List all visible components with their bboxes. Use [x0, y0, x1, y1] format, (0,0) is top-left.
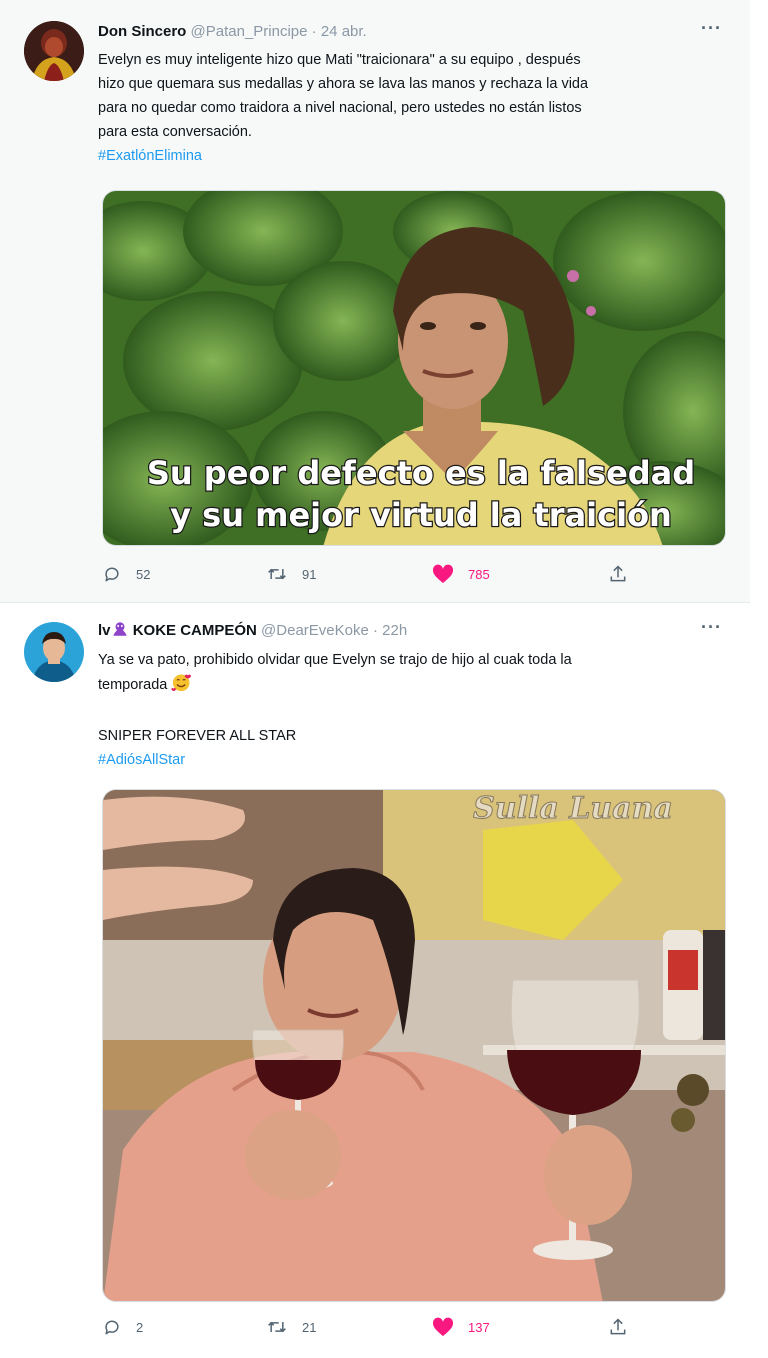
hashtag-link[interactable]: #AdiósAllStar — [98, 748, 724, 772]
reply-count: 52 — [136, 566, 151, 582]
timeline-feed: Don Sincero @Patan_Principe · 24 abr. ··… — [0, 0, 750, 1358]
tweet-media-image[interactable]: Su peor defecto es la falsedad y su mejo… — [102, 190, 726, 546]
retweet-icon — [266, 1317, 288, 1337]
reply-icon — [102, 564, 122, 584]
separator-dot: · — [373, 622, 378, 639]
hashtag-link[interactable]: #ExatlónElimina — [98, 144, 724, 168]
heart-icon — [432, 564, 454, 584]
tweet-text-line-with-emoji: temporada — [98, 672, 724, 700]
share-button[interactable] — [608, 1315, 628, 1339]
tweet-text-line: SNIPER FOREVER ALL STAR — [98, 728, 297, 744]
media-watermark: Sulla Luana — [473, 791, 673, 826]
like-button[interactable]: 137 — [432, 1315, 490, 1339]
author-name-prefix: lv — [98, 622, 111, 639]
tweet-text: Evelyn es muy inteligente hizo que Mati … — [98, 48, 724, 168]
tweet-text-line: Evelyn es muy inteligente hizo que Mati … — [98, 52, 581, 68]
reply-button[interactable]: 2 — [102, 1315, 143, 1339]
purple-heart-emoji — [111, 620, 129, 645]
more-options-icon[interactable]: ··· — [701, 17, 722, 39]
media-caption: Su peor defecto es la falsedad — [147, 454, 695, 492]
reply-count: 2 — [136, 1319, 144, 1335]
retweet-button[interactable]: 91 — [266, 562, 316, 586]
tweet-media-image[interactable]: Sulla Luana — [102, 789, 726, 1302]
reply-button[interactable]: 52 — [102, 562, 150, 586]
author-name[interactable]: lv KOKE CAMPEÓN — [98, 622, 261, 639]
media-caption: y su mejor virtud la traición — [170, 496, 672, 534]
retweet-count: 91 — [302, 566, 317, 582]
tweet-timestamp[interactable]: 24 abr. — [321, 23, 367, 40]
smiling-face-with-hearts-emoji — [171, 672, 193, 700]
tweet-text-line: para no quedar como traidora a nivel nac… — [98, 100, 582, 116]
author-name[interactable]: Don Sincero — [98, 23, 186, 40]
share-icon — [608, 1317, 628, 1337]
tweet-text-line: hizo que quemara sus medallas y ahora se… — [98, 76, 589, 92]
reply-icon — [102, 1317, 122, 1337]
tweet-text: Ya se va pato, prohibido olvidar que Eve… — [98, 648, 724, 772]
tweet-actions: 52 91 785 — [102, 562, 642, 586]
tweet-text-line: Ya se va pato, prohibido olvidar que Eve… — [98, 652, 572, 668]
tweet[interactable]: lv KOKE CAMPEÓN @DearEveKoke · 22h ··· Y… — [0, 604, 750, 1358]
avatar[interactable] — [24, 622, 84, 682]
tweet-actions: 2 21 137 — [102, 1315, 642, 1339]
like-count: 137 — [468, 1319, 490, 1335]
heart-icon — [432, 1317, 454, 1337]
author-handle[interactable]: @Patan_Principe — [191, 23, 308, 40]
author-handle[interactable]: @DearEveKoke — [261, 622, 369, 639]
retweet-count: 21 — [302, 1319, 317, 1335]
share-icon — [608, 564, 628, 584]
avatar[interactable] — [24, 21, 84, 81]
tweet-timestamp[interactable]: 22h — [382, 622, 407, 639]
retweet-icon — [266, 564, 288, 584]
author-name-text: KOKE CAMPEÓN — [132, 622, 257, 639]
more-options-icon[interactable]: ··· — [701, 616, 722, 638]
like-count: 785 — [468, 566, 490, 582]
retweet-button[interactable]: 21 — [266, 1315, 316, 1339]
tweet[interactable]: Don Sincero @Patan_Principe · 24 abr. ··… — [0, 0, 750, 603]
tweet-text-line: temporada — [98, 677, 168, 693]
like-button[interactable]: 785 — [432, 562, 490, 586]
tweet-header: Don Sincero @Patan_Principe · 24 abr. ··… — [98, 18, 722, 43]
tweet-text-line: para esta conversación. — [98, 124, 252, 140]
tweet-header: lv KOKE CAMPEÓN @DearEveKoke · 22h ··· — [98, 617, 722, 642]
share-button[interactable] — [608, 562, 628, 586]
separator-dot: · — [311, 23, 317, 40]
